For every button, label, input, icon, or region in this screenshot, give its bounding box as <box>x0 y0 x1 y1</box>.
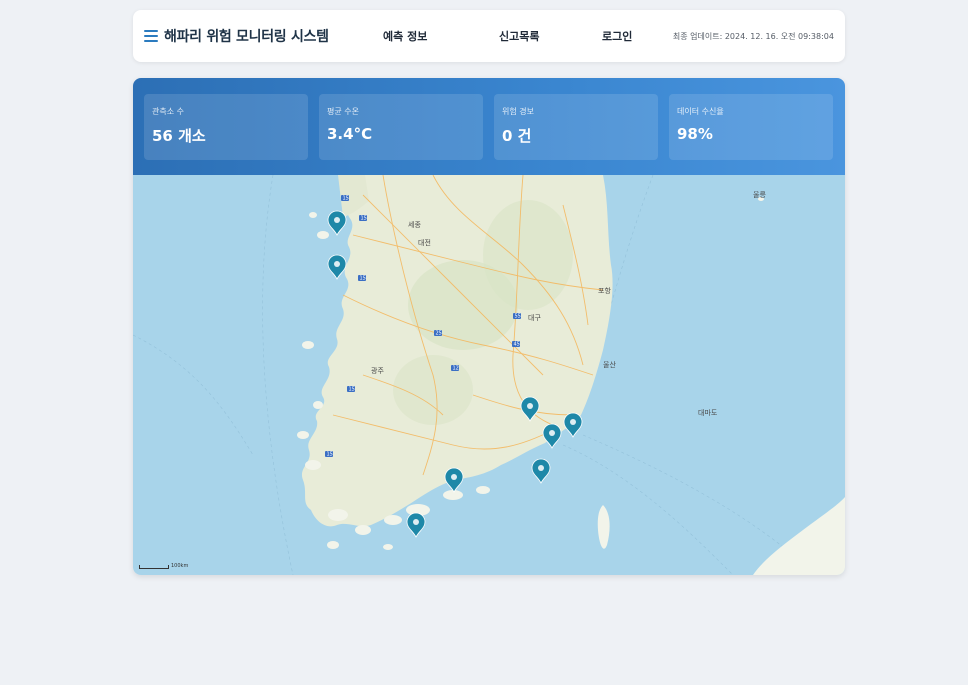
map-view[interactable]: 15 15 15 25 12 15 15 55 45 세종 대전 대구 울산 광… <box>133 175 845 575</box>
svg-text:45: 45 <box>514 342 520 348</box>
stat-value: 3.4°C <box>327 125 373 143</box>
stat-label: 데이터 수신율 <box>677 107 724 116</box>
stat-label: 평균 수온 <box>327 107 359 116</box>
location-pin-icon <box>563 412 583 438</box>
location-pin-icon <box>531 458 551 484</box>
stat-value: 56 개소 <box>152 127 206 145</box>
location-pin-icon <box>542 423 562 449</box>
location-pin-icon <box>327 210 347 236</box>
top-navbar: 해파리 위험 모니터링 시스템 예측 정보 신고목록 로그인 최종 업데이트: … <box>133 10 845 62</box>
location-pin-icon <box>406 512 426 538</box>
svg-text:울릉: 울릉 <box>753 191 766 199</box>
nav-forecast[interactable]: 예측 정보 <box>383 10 427 62</box>
dashboard-panel: 관측소 수 56 개소 평균 수온 3.4°C 위험 경보 0 건 데이터 수신… <box>133 78 845 575</box>
map-canvas[interactable]: 15 15 15 25 12 15 15 55 45 세종 대전 대구 울산 광… <box>133 175 845 575</box>
location-pin-icon <box>444 467 464 493</box>
menu-icon[interactable] <box>144 30 158 42</box>
svg-text:25: 25 <box>436 331 442 337</box>
svg-text:대구: 대구 <box>528 314 541 322</box>
svg-text:15: 15 <box>343 196 349 202</box>
stats-band: 관측소 수 56 개소 평균 수온 3.4°C 위험 경보 0 건 데이터 수신… <box>133 78 845 175</box>
scale-bar: 100km <box>139 563 188 569</box>
stat-avg-temp: 평균 수온 3.4°C <box>319 94 483 160</box>
nav-login[interactable]: 로그인 <box>602 10 632 62</box>
location-pin-icon <box>327 254 347 280</box>
svg-text:15: 15 <box>349 387 355 393</box>
svg-text:울산: 울산 <box>603 360 616 369</box>
svg-text:15: 15 <box>360 276 366 282</box>
svg-text:55: 55 <box>515 314 521 320</box>
svg-text:광주: 광주 <box>371 367 384 375</box>
svg-text:포항: 포항 <box>598 286 611 295</box>
svg-text:15: 15 <box>327 452 333 458</box>
svg-text:대마도: 대마도 <box>698 408 718 417</box>
stat-reception: 데이터 수신율 98% <box>669 94 833 160</box>
stat-label: 관측소 수 <box>152 107 184 116</box>
svg-text:12: 12 <box>453 366 459 372</box>
app-title: 해파리 위험 모니터링 시스템 <box>164 29 329 45</box>
nav-reports[interactable]: 신고목록 <box>499 10 539 62</box>
stat-value: 98% <box>677 125 713 143</box>
last-updated: 최종 업데이트: 2024. 12. 16. 오전 09:38:04 <box>672 31 834 41</box>
stat-label: 위험 경보 <box>502 107 534 116</box>
svg-text:대전: 대전 <box>418 238 431 247</box>
svg-text:세종: 세종 <box>408 220 421 229</box>
stat-value: 0 건 <box>502 127 532 145</box>
stat-alerts: 위험 경보 0 건 <box>494 94 658 160</box>
scale-label: 100km <box>171 563 189 569</box>
svg-text:15: 15 <box>361 216 367 222</box>
stat-stations: 관측소 수 56 개소 <box>144 94 308 160</box>
brand[interactable]: 해파리 위험 모니터링 시스템 <box>144 10 329 62</box>
